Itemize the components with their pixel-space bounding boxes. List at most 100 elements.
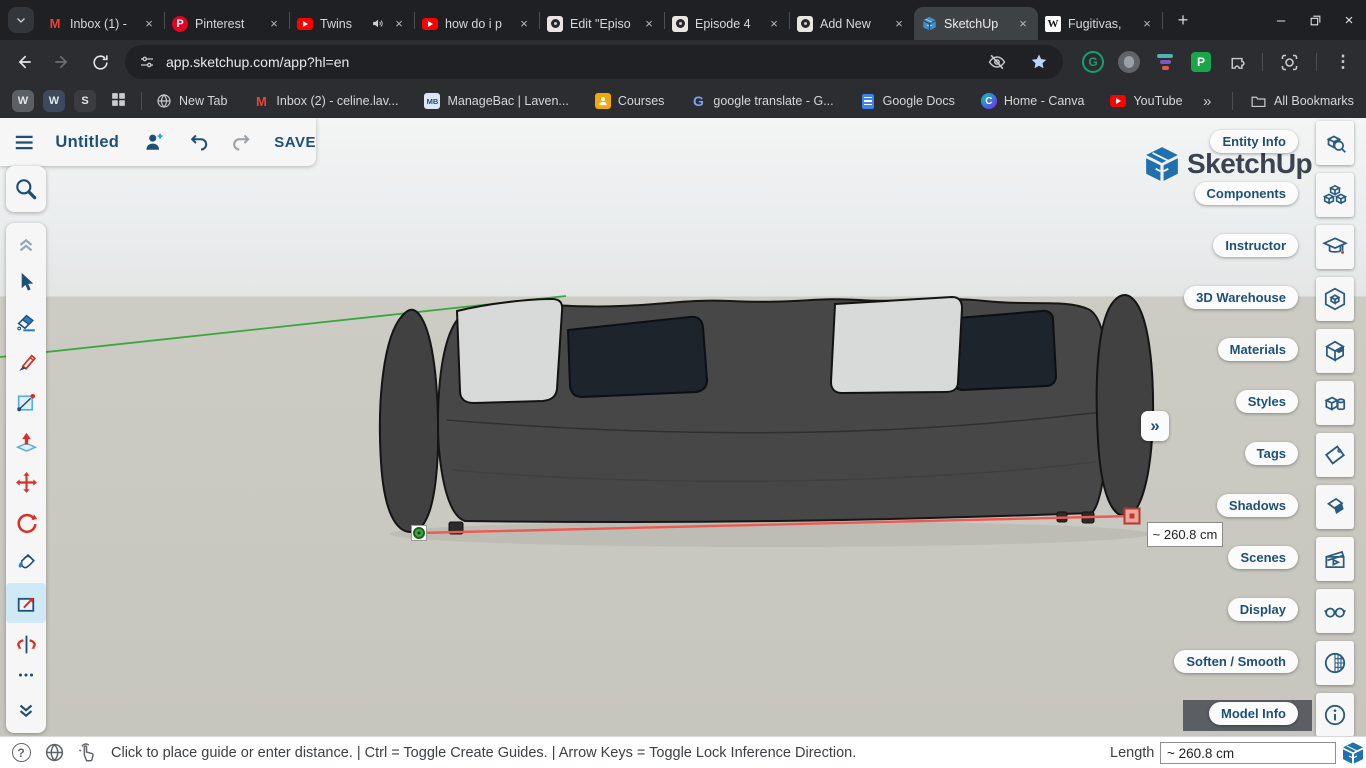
address-bar[interactable]: app.sketchup.com/app?hl=en bbox=[125, 45, 1063, 79]
close-tab-button[interactable]: × bbox=[1139, 16, 1155, 32]
display-icon[interactable] bbox=[1316, 589, 1354, 633]
tab-how-do-i[interactable]: how do i p × bbox=[415, 7, 539, 40]
close-tab-button[interactable]: × bbox=[766, 16, 782, 32]
funnel-extension-icon[interactable] bbox=[1152, 50, 1178, 74]
tab-edit-episode[interactable]: Edit "Episo × bbox=[540, 7, 664, 40]
panel-styles[interactable]: Styles bbox=[1236, 390, 1298, 413]
kebab-menu-icon[interactable]: ⋮ bbox=[1330, 50, 1356, 74]
bookmark-managebac[interactable]: MB ManageBac | Laven... bbox=[424, 93, 568, 109]
panel-scenes[interactable]: Scenes bbox=[1228, 546, 1298, 569]
minimize-button[interactable]: – bbox=[1264, 0, 1298, 40]
bookmark-star-icon[interactable] bbox=[1029, 52, 1049, 72]
entity-info-icon[interactable] bbox=[1316, 121, 1354, 165]
tab-sketchup-active[interactable]: SketchUp × bbox=[914, 7, 1038, 40]
panel-soften-smooth[interactable]: Soften / Smooth bbox=[1174, 650, 1298, 673]
close-window-button[interactable]: × bbox=[1332, 0, 1366, 40]
new-tab-button[interactable]: + bbox=[1169, 6, 1197, 34]
pencil-tool[interactable] bbox=[6, 343, 46, 381]
panel-shadows[interactable]: Shadows bbox=[1217, 494, 1298, 517]
site-settings-icon[interactable] bbox=[138, 53, 156, 71]
grammarly-extension-icon[interactable]: G bbox=[1080, 50, 1106, 74]
hamburger-menu-icon[interactable] bbox=[13, 131, 35, 154]
paint-bucket-tool[interactable] bbox=[6, 543, 46, 581]
sketchup-viewport[interactable]: Untitled SAVE bbox=[0, 118, 1366, 736]
tab-fugitivas[interactable]: W Fugitivas, × bbox=[1038, 7, 1162, 40]
bookmark-google-docs[interactable]: Google Docs bbox=[860, 93, 955, 109]
close-tab-button[interactable]: × bbox=[141, 16, 157, 32]
audio-playing-icon[interactable] bbox=[371, 17, 384, 30]
panel-instructor[interactable]: Instructor bbox=[1213, 234, 1298, 257]
panel-display[interactable]: Display bbox=[1228, 598, 1298, 621]
tab-add-new[interactable]: Add New × bbox=[790, 7, 914, 40]
move-tool[interactable] bbox=[6, 463, 46, 501]
undo-icon[interactable] bbox=[188, 131, 210, 154]
apps-grid-icon[interactable] bbox=[110, 91, 127, 111]
panel-tags[interactable]: Tags bbox=[1245, 442, 1298, 465]
tape-measure-tool-active[interactable] bbox=[6, 583, 46, 623]
restore-button[interactable] bbox=[1298, 0, 1332, 40]
close-tab-button[interactable]: × bbox=[1015, 16, 1031, 32]
select-tool[interactable] bbox=[6, 263, 46, 301]
shadows-icon[interactable] bbox=[1316, 485, 1354, 529]
screenshot-lens-icon[interactable] bbox=[1276, 50, 1302, 74]
shapes-tool[interactable] bbox=[6, 383, 46, 421]
panel-components[interactable]: Components bbox=[1195, 182, 1298, 205]
close-tab-button[interactable]: × bbox=[391, 16, 407, 32]
panel-model-info[interactable]: Model Info bbox=[1209, 702, 1298, 725]
url-text[interactable]: app.sketchup.com/app?hl=en bbox=[166, 54, 987, 70]
tab-twins[interactable]: Twins × bbox=[290, 7, 414, 40]
back-button[interactable] bbox=[12, 50, 36, 74]
expand-panel-button[interactable]: » bbox=[1141, 411, 1169, 441]
forward-button[interactable] bbox=[50, 50, 74, 74]
panel-materials[interactable]: Materials bbox=[1218, 338, 1298, 361]
add-collaborator-icon[interactable] bbox=[143, 130, 166, 154]
collapse-toolbar-down-button[interactable] bbox=[6, 693, 46, 731]
panel-3d-warehouse[interactable]: 3D Warehouse bbox=[1184, 286, 1298, 309]
search-tools-button[interactable] bbox=[6, 166, 46, 212]
scenes-icon[interactable] bbox=[1316, 537, 1354, 581]
redo-icon[interactable] bbox=[230, 131, 252, 154]
flip-tool[interactable] bbox=[6, 625, 46, 663]
model-info-icon[interactable] bbox=[1316, 693, 1354, 737]
language-button[interactable] bbox=[43, 742, 65, 764]
more-tools-button[interactable] bbox=[6, 661, 46, 689]
styles-icon[interactable] bbox=[1316, 381, 1354, 425]
bookmark-canva[interactable]: C Home - Canva bbox=[981, 93, 1085, 109]
close-tab-button[interactable]: × bbox=[266, 16, 282, 32]
components-icon[interactable] bbox=[1316, 173, 1354, 217]
push-pull-tool[interactable] bbox=[6, 423, 46, 461]
rotate-tool[interactable] bbox=[6, 503, 46, 541]
tab-episode-4[interactable]: Episode 4 × bbox=[665, 7, 789, 40]
instructor-icon[interactable] bbox=[1316, 225, 1354, 269]
profile-tile-s[interactable]: S bbox=[74, 90, 96, 112]
all-bookmarks-button[interactable]: All Bookmarks bbox=[1250, 93, 1354, 110]
reload-button[interactable] bbox=[88, 50, 112, 74]
eye-off-icon[interactable] bbox=[987, 52, 1007, 72]
profile-tile-w[interactable]: W bbox=[12, 90, 34, 112]
materials-icon[interactable] bbox=[1316, 329, 1354, 373]
document-title[interactable]: Untitled bbox=[55, 133, 119, 152]
planner-extension-icon[interactable]: P bbox=[1188, 50, 1214, 74]
bookmark-new-tab[interactable]: New Tab bbox=[156, 93, 227, 109]
close-tab-button[interactable]: × bbox=[891, 16, 907, 32]
eraser-tool[interactable] bbox=[6, 303, 46, 341]
profile-tile-w2[interactable]: W bbox=[43, 90, 65, 112]
extensions-puzzle-icon[interactable] bbox=[1224, 50, 1250, 74]
tab-inbox[interactable]: M Inbox (1) - × bbox=[40, 7, 164, 40]
help-button[interactable]: ? bbox=[10, 742, 32, 764]
panel-entity-info[interactable]: Entity Info bbox=[1210, 130, 1298, 153]
bookmark-youtube[interactable]: YouTube bbox=[1110, 93, 1182, 109]
collapse-toolbar-up-button[interactable] bbox=[6, 225, 46, 263]
save-button[interactable]: SAVE bbox=[274, 134, 316, 151]
3d-warehouse-icon[interactable] bbox=[1316, 277, 1354, 321]
close-tab-button[interactable]: × bbox=[516, 16, 532, 32]
length-input[interactable] bbox=[1160, 742, 1336, 764]
bookmarks-overflow-chevron[interactable]: » bbox=[1203, 93, 1211, 110]
tab-pinterest[interactable]: P Pinterest × bbox=[165, 7, 289, 40]
close-tab-button[interactable]: × bbox=[641, 16, 657, 32]
hand-circle-extension-icon[interactable] bbox=[1116, 50, 1142, 74]
soften-smooth-icon[interactable] bbox=[1316, 641, 1354, 685]
tab-search-button[interactable] bbox=[8, 7, 34, 33]
bookmark-courses[interactable]: Courses bbox=[595, 93, 665, 109]
bookmark-google-translate[interactable]: G google translate - G... bbox=[690, 93, 833, 109]
